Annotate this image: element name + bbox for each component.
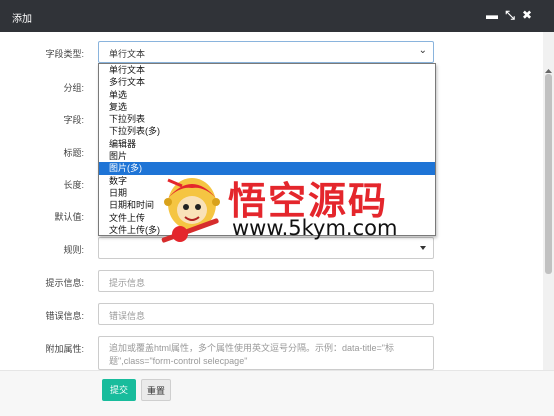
extra-attr-placeholder: 追加或覆盖html属性，多个属性使用英文逗号分隔。示例：data-title="… bbox=[109, 343, 394, 366]
error-label: 错误信息: bbox=[45, 311, 84, 321]
submit-button[interactable]: 提交 bbox=[102, 379, 136, 401]
dropdown-option[interactable]: 日期和时间 bbox=[99, 199, 435, 211]
field-type-dropdown: 单行文本 多行文本 单选 复选 下拉列表 下拉列表(多) 编辑器 图片 图片(多… bbox=[98, 63, 436, 236]
hint-label: 提示信息: bbox=[45, 278, 84, 288]
hint-input[interactable]: 提示信息 bbox=[98, 270, 434, 292]
dropdown-option[interactable]: 日期 bbox=[99, 187, 435, 199]
default-value-label: 默认值: bbox=[54, 212, 84, 222]
dropdown-option[interactable]: 下拉列表(多) bbox=[99, 125, 435, 137]
rule-select[interactable] bbox=[98, 237, 434, 259]
dropdown-option[interactable]: 文件上传 bbox=[99, 212, 435, 224]
dropdown-option[interactable]: 单行文本 bbox=[99, 64, 435, 76]
dropdown-option[interactable]: 编辑器 bbox=[99, 138, 435, 150]
group-label: 分组: bbox=[63, 83, 84, 93]
dialog-footer: 提交 重置 bbox=[0, 370, 554, 416]
dropdown-option[interactable]: 图片 bbox=[99, 150, 435, 162]
extra-attr-textarea[interactable]: 追加或覆盖html属性，多个属性使用英文逗号分隔。示例：data-title="… bbox=[98, 336, 434, 370]
dropdown-option[interactable]: 下拉列表 bbox=[99, 113, 435, 125]
error-placeholder: 错误信息 bbox=[109, 311, 146, 321]
reset-button[interactable]: 重置 bbox=[141, 379, 171, 401]
rule-label: 规则: bbox=[63, 245, 84, 255]
maximize-icon[interactable]: ⤡ bbox=[504, 8, 516, 22]
dropdown-option[interactable]: 单选 bbox=[99, 89, 435, 101]
title-label: 标题: bbox=[63, 148, 84, 158]
chevron-down-icon: ⌄ bbox=[418, 45, 427, 56]
caret-down-icon bbox=[420, 246, 426, 250]
scroll-up-arrow-icon[interactable] bbox=[545, 66, 552, 73]
dropdown-option[interactable]: 图片(多) bbox=[99, 162, 435, 175]
vertical-scrollbar[interactable] bbox=[543, 32, 554, 401]
error-input[interactable]: 错误信息 bbox=[98, 303, 434, 325]
dialog-title: 添加 bbox=[12, 14, 32, 25]
field-label: 字段: bbox=[63, 115, 84, 125]
hint-placeholder: 提示信息 bbox=[109, 278, 146, 288]
dropdown-option[interactable]: 数字 bbox=[99, 175, 435, 187]
dropdown-option[interactable]: 复选 bbox=[99, 101, 435, 113]
close-icon[interactable]: ✖ bbox=[521, 8, 533, 22]
extra-attr-label: 附加属性: bbox=[45, 344, 84, 354]
field-type-select[interactable]: 单行文本 ⌄ bbox=[98, 41, 434, 63]
field-type-label: 字段类型: bbox=[45, 49, 84, 59]
dropdown-option[interactable]: 多行文本 bbox=[99, 76, 435, 88]
dialog-titlebar: 添加 ▬ ⤡ ✖ bbox=[0, 0, 554, 32]
length-label: 长度: bbox=[63, 180, 84, 190]
minimize-icon[interactable]: ▬ bbox=[486, 8, 498, 22]
dropdown-option[interactable]: 文件上传(多) bbox=[99, 224, 435, 236]
field-type-value: 单行文本 bbox=[109, 49, 146, 59]
scrollbar-thumb[interactable] bbox=[545, 74, 552, 274]
